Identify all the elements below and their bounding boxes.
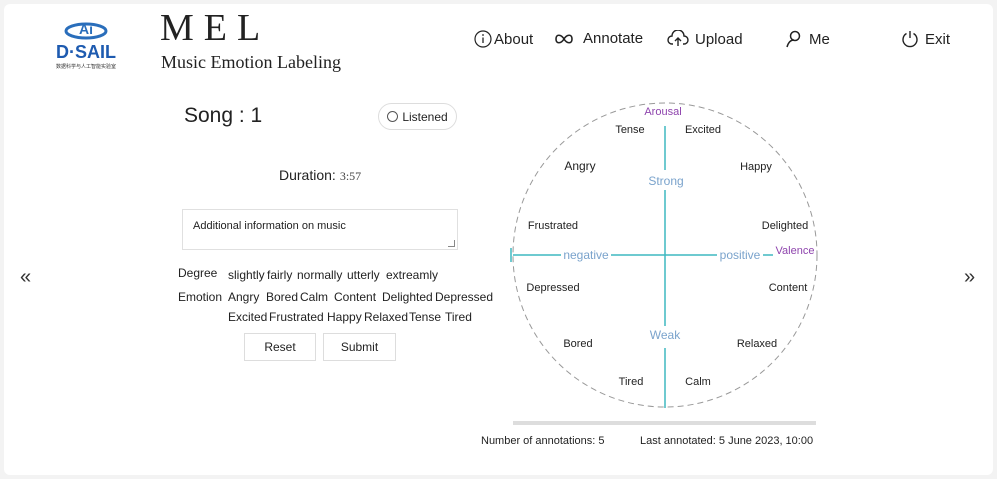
emotion-option[interactable]: Frustrated: [269, 310, 324, 324]
prev-song-button[interactable]: «: [20, 266, 31, 289]
emotion-option[interactable]: Tense: [409, 310, 441, 324]
app-subtitle: Music Emotion Labeling: [161, 52, 341, 72]
negative-label: negative: [563, 248, 609, 262]
arousal-label: Arousal: [644, 106, 681, 118]
emotion-point-delighted: Delighted: [762, 220, 808, 232]
main-card: [4, 4, 993, 475]
nav-annotate-label: Annotate: [583, 30, 644, 47]
degree-option[interactable]: slightly: [228, 268, 265, 282]
emotion-point-tense: Tense: [615, 124, 644, 136]
emotion-point-calm: Calm: [685, 376, 711, 388]
emotion-option[interactable]: Tired: [445, 310, 472, 324]
degree-option[interactable]: extreamly: [386, 268, 438, 282]
emotion-option[interactable]: Relaxed: [364, 310, 408, 324]
user-icon: [786, 30, 801, 48]
emotion-option[interactable]: Content: [334, 290, 376, 304]
nav-me-label: Me: [809, 30, 830, 48]
emotion-option[interactable]: Angry: [228, 290, 259, 304]
nav-upload-label: Upload: [695, 30, 743, 48]
emotion-point-bored: Bored: [563, 338, 592, 350]
nav-upload[interactable]: Upload: [667, 30, 743, 48]
logo-graphic: Ai D·SAIL 数据科学与人工智能实验室: [56, 21, 116, 70]
next-song-button[interactable]: »: [964, 266, 975, 289]
listened-toggle[interactable]: Listened: [378, 103, 457, 130]
strong-label: Strong: [648, 174, 683, 188]
progress-bar[interactable]: [513, 421, 816, 425]
emotion-option[interactable]: Bored: [266, 290, 298, 304]
nav-exit-label: Exit: [925, 30, 951, 48]
emotion-point-relaxed: Relaxed: [737, 338, 777, 350]
degree-option[interactable]: normally: [297, 268, 342, 282]
emotion-option[interactable]: Excited: [228, 310, 267, 324]
weak-label: Weak: [650, 328, 681, 342]
emotion-option[interactable]: Delighted: [382, 290, 433, 304]
nav-annotate[interactable]: Annotate: [553, 30, 643, 47]
duration: Duration: 3:57: [279, 167, 361, 184]
nav-exit[interactable]: Exit: [901, 30, 950, 48]
emotion-point-happy: Happy: [740, 161, 772, 173]
logo-ai: Ai: [79, 21, 93, 37]
nav-me[interactable]: Me: [785, 30, 830, 48]
valence-label: Valence: [776, 245, 815, 257]
resize-handle-icon[interactable]: [448, 240, 455, 247]
radio-circle-icon: [387, 111, 399, 122]
degree-option[interactable]: fairly: [267, 268, 292, 282]
duration-value: 3:57: [339, 169, 362, 183]
info-text: Additional information on music: [193, 220, 346, 232]
positive-label: positive: [720, 248, 761, 262]
logo-caption: 数据科学与人工智能实验室: [56, 63, 116, 70]
listened-label: Listened: [402, 109, 448, 124]
nav-about-label: About: [494, 30, 534, 48]
reset-button[interactable]: Reset: [244, 333, 316, 361]
degree-option[interactable]: utterly: [347, 268, 380, 282]
annotation-count: Number of annotations: 5: [481, 435, 605, 447]
emotion-option[interactable]: Calm: [300, 290, 328, 304]
logo-text: D·SAIL: [56, 42, 116, 62]
emotion-point-angry: Angry: [564, 159, 595, 173]
emotion-point-tired: Tired: [619, 376, 644, 388]
emotion-point-excited: Excited: [685, 124, 721, 136]
nav-about[interactable]: About: [474, 30, 533, 48]
emotion-point-depressed: Depressed: [526, 282, 579, 294]
degree-label: Degree: [178, 266, 218, 280]
duration-label: Duration:: [279, 167, 336, 183]
cloud-upload-icon: [667, 30, 689, 46]
emotion-option[interactable]: Depressed: [435, 290, 493, 304]
emotion-point-frustrated: Frustrated: [528, 220, 578, 232]
emotion-option[interactable]: Happy: [327, 310, 362, 324]
additional-info-textarea[interactable]: Additional information on music: [182, 209, 458, 250]
song-title: Song : 1: [184, 104, 263, 127]
emotion-point-content: Content: [769, 282, 808, 294]
app-title: MEL: [160, 7, 271, 49]
emotion-label: Emotion: [178, 290, 223, 304]
info-icon: [474, 30, 492, 48]
last-annotated: Last annotated: 5 June 2023, 10:00: [640, 435, 814, 447]
emotion-circumplex[interactable]: Arousal Valence Strong Weak negative pos…: [505, 98, 825, 416]
dsail-logo[interactable]: Ai D·SAIL 数据科学与人工智能实验室: [40, 14, 132, 72]
submit-button[interactable]: Submit: [323, 333, 396, 361]
infinity-icon: [555, 33, 573, 44]
power-icon: [902, 31, 918, 48]
